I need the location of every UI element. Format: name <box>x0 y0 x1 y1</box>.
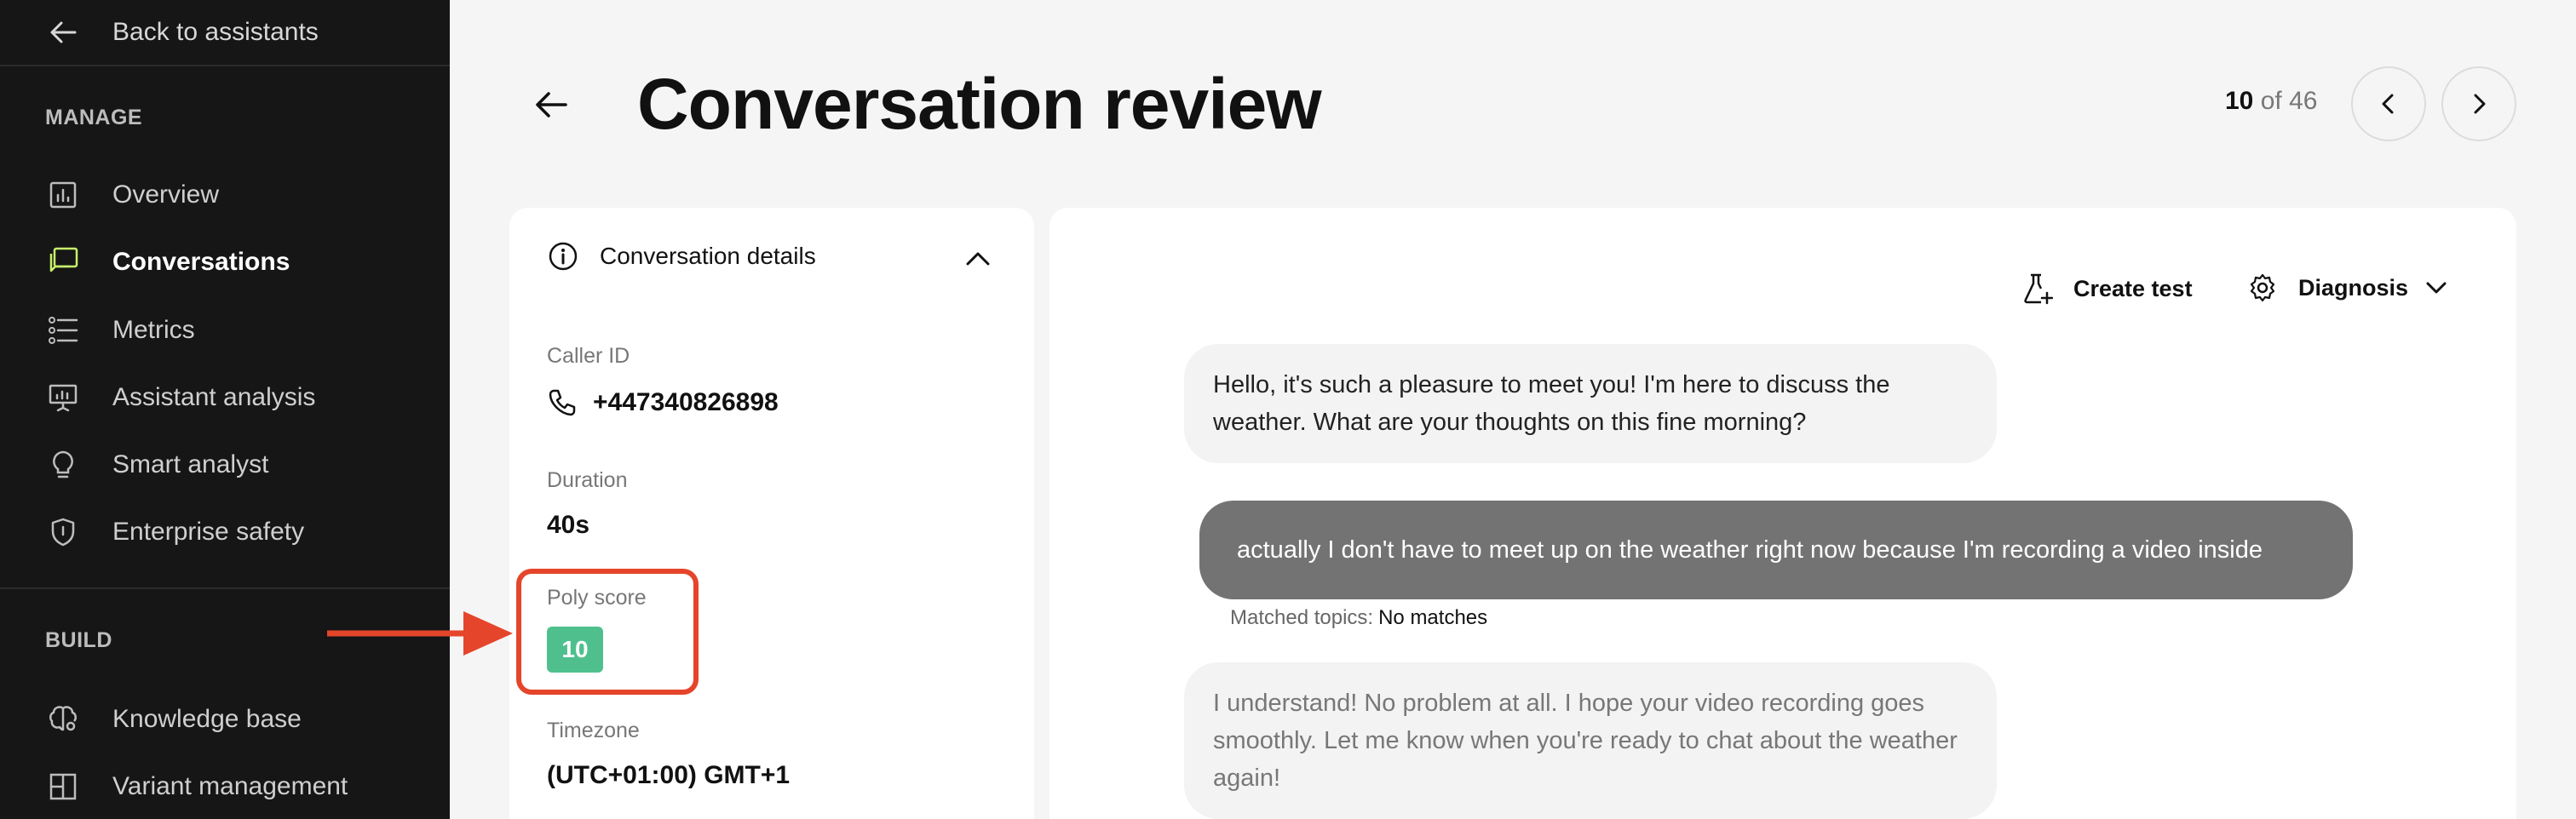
pager-total: of 46 <box>2260 87 2318 115</box>
sidebar-item-label: Knowledge base <box>112 705 302 733</box>
assistant-message: Hello, it's such a pleasure to meet you!… <box>1184 344 1997 463</box>
sidebar-item-label: Assistant analysis <box>112 383 316 411</box>
sidebar-item-label: Smart analyst <box>112 450 269 478</box>
matched-topics-label: Matched topics: <box>1230 606 1374 629</box>
matched-topics: Matched topics: No matches <box>1230 606 1487 630</box>
back-to-assistants-link[interactable]: Back to assistants <box>0 0 450 66</box>
next-conversation-button[interactable] <box>2441 66 2516 141</box>
chevron-left-icon <box>2382 94 2394 114</box>
sidebar-item-label: Overview <box>112 180 220 209</box>
lightbulb-icon <box>46 448 80 482</box>
arrow-left-icon <box>50 21 77 43</box>
sidebar-item-overview[interactable]: Overview <box>0 168 450 222</box>
pager-count: 10 of 46 <box>2225 87 2317 116</box>
sidebar-item-label: Variant management <box>112 772 348 800</box>
conversation-details-title: Conversation details <box>600 243 816 269</box>
brain-icon <box>46 702 80 736</box>
timezone-value: (UTC+01:00) GMT+1 <box>547 761 791 789</box>
user-message: actually I don't have to meet up on the … <box>1199 501 2353 599</box>
diagnosis-dropdown[interactable]: Diagnosis <box>2247 272 2449 303</box>
sidebar-item-smart-analyst[interactable]: Smart analyst <box>0 438 450 492</box>
create-test-button[interactable]: Create test <box>2022 272 2193 305</box>
create-test-label: Create test <box>2073 275 2193 301</box>
duration-label: Duration <box>547 468 628 492</box>
shield-icon <box>46 515 80 549</box>
chart-icon <box>46 178 80 212</box>
conversation-card: Create test Diagnosis Hello, it's such a… <box>1049 208 2516 819</box>
conversation-details-card: Conversation details Caller ID +44734082… <box>509 208 1034 819</box>
gear-icon <box>2250 273 2275 302</box>
duration-value: 40s <box>547 511 590 539</box>
sidebar-item-label: Enterprise safety <box>112 518 305 546</box>
info-icon <box>549 242 578 271</box>
sidebar-item-metrics[interactable]: Metrics <box>0 303 450 358</box>
timezone-label: Timezone <box>547 719 640 742</box>
sidebar-item-variant-management[interactable]: Variant management <box>0 759 450 814</box>
caller-id-label: Caller ID <box>547 344 630 368</box>
assistant-message: I understand! No problem at all. I hope … <box>1184 662 1997 819</box>
sidebar-item-enterprise-safety[interactable]: Enterprise safety <box>0 505 450 559</box>
highlight-box <box>516 569 699 695</box>
page-title: Conversation review <box>637 64 1322 144</box>
caller-id-row: +447340826898 <box>547 388 779 417</box>
back-to-assistants-label: Back to assistants <box>112 18 319 46</box>
sidebar-divider <box>0 587 450 589</box>
pager-current: 10 <box>2225 87 2254 115</box>
phone-icon <box>549 389 576 416</box>
chevron-right-icon <box>2474 94 2486 114</box>
sidebar-item-label: Metrics <box>112 316 195 344</box>
sidebar-item-conversations[interactable]: Conversations <box>0 235 450 289</box>
previous-conversation-button[interactable] <box>2351 66 2426 141</box>
diagnosis-label: Diagnosis <box>2298 274 2409 301</box>
sidebar: Back to assistants MANAGE Overview Conve… <box>0 0 450 819</box>
chat-icon <box>46 245 80 279</box>
chevron-down-icon <box>2426 282 2447 294</box>
chevron-up-icon[interactable] <box>961 242 995 276</box>
conversation-details-header[interactable]: Conversation details <box>547 240 816 272</box>
caller-id-value: +447340826898 <box>593 388 779 416</box>
section-label-manage: MANAGE <box>45 106 143 129</box>
back-arrow-button[interactable] <box>528 82 574 128</box>
annotation-arrow-icon <box>327 611 513 656</box>
section-label-build: BUILD <box>45 628 112 652</box>
list-icon <box>46 313 80 347</box>
matched-topics-value: No matches <box>1378 606 1488 629</box>
grid-icon <box>46 770 80 804</box>
sidebar-item-label: Conversations <box>112 248 290 276</box>
presentation-icon <box>46 381 80 415</box>
flask-plus-icon <box>2024 273 2053 305</box>
sidebar-item-assistant-analysis[interactable]: Assistant analysis <box>0 370 450 425</box>
sidebar-item-knowledge-base[interactable]: Knowledge base <box>0 692 450 747</box>
